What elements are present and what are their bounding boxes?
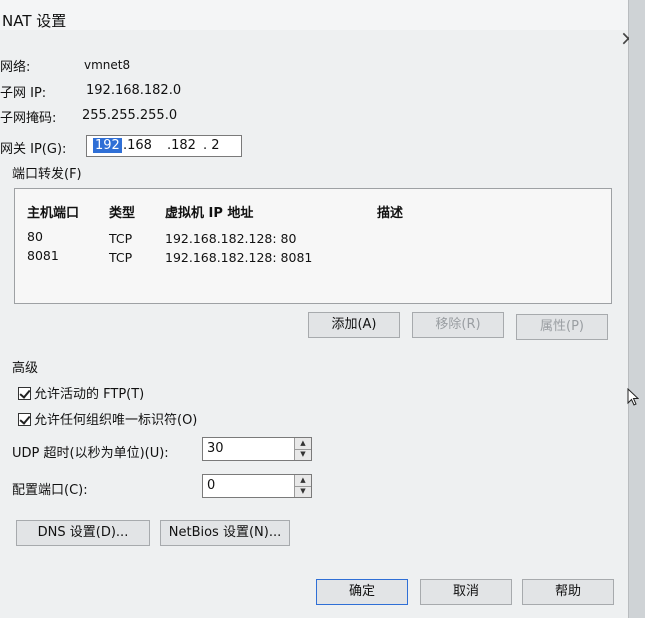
chevron-down-icon[interactable]: ▼ xyxy=(295,486,311,497)
cell-host-port: 8081 xyxy=(27,248,59,263)
gateway-ip-octet-3[interactable]: .182 xyxy=(167,138,196,153)
spinner-buttons[interactable]: ▲ ▼ xyxy=(294,438,311,460)
advanced-section-label: 高级 xyxy=(12,361,39,376)
gateway-ip-octet-2[interactable]: .168 xyxy=(123,138,152,153)
gateway-ip-octet-1[interactable]: 192 xyxy=(93,138,122,153)
port-forwarding-label: 端口转发(F) xyxy=(12,167,82,182)
cell-host-port: 80 xyxy=(27,229,43,244)
port-forwarding-table[interactable]: 主机端口 类型 虚拟机 IP 地址 描述 80 TCP 192.168.182.… xyxy=(14,188,612,304)
gateway-ip-octet-4[interactable]: . 2 xyxy=(203,138,220,153)
network-label: 网络: xyxy=(0,60,31,75)
dns-settings-button[interactable]: DNS 设置(D)... xyxy=(16,520,150,546)
netbios-settings-button[interactable]: NetBios 设置(N)... xyxy=(160,520,290,546)
chevron-down-icon[interactable]: ▼ xyxy=(295,449,311,460)
config-port-label: 配置端口(C): xyxy=(12,483,88,498)
udp-timeout-label: UDP 超时(以秒为单位)(U): xyxy=(12,446,169,461)
allow-any-oui-label: 允许任何组织唯一标识符(O) xyxy=(34,413,198,428)
gateway-ip-label: 网关 IP(G): xyxy=(0,142,67,157)
subnet-ip-label: 子网 IP: xyxy=(0,86,47,101)
remove-button[interactable]: 移除(R) xyxy=(412,312,504,338)
gateway-ip-input[interactable]: 192 .168 .182 . 2 xyxy=(86,135,242,157)
properties-button[interactable]: 属性(P) xyxy=(516,314,608,340)
title-bar: NAT 设置 xyxy=(0,0,628,30)
column-header-description[interactable]: 描述 xyxy=(377,202,403,221)
network-value: vmnet8 xyxy=(84,58,131,72)
spinner-buttons[interactable]: ▲ ▼ xyxy=(294,475,311,497)
column-header-vm-ip[interactable]: 虚拟机 IP 地址 xyxy=(165,202,253,221)
udp-timeout-stepper[interactable]: 30 ▲ ▼ xyxy=(202,437,312,461)
config-port-stepper[interactable]: 0 ▲ ▼ xyxy=(202,474,312,498)
subnet-mask-label: 子网掩码: xyxy=(0,111,57,126)
column-header-type[interactable]: 类型 xyxy=(109,202,135,221)
allow-active-ftp-label: 允许活动的 FTP(T) xyxy=(34,387,145,402)
allow-any-oui-checkbox[interactable]: 允许任何组织唯一标识符(O) xyxy=(18,409,197,428)
ok-button[interactable]: 确定 xyxy=(316,579,408,605)
mouse-pointer-icon xyxy=(627,388,639,406)
checkbox-checked-icon[interactable] xyxy=(18,413,31,426)
checkbox-checked-icon[interactable] xyxy=(18,387,31,400)
udp-timeout-value[interactable]: 30 xyxy=(207,441,224,456)
nat-settings-dialog: NAT 设置 × 网络: vmnet8 子网 IP: 192.168.182.0… xyxy=(0,0,637,618)
cell-vm-ip: 192.168.182.128: 8081 xyxy=(165,250,313,265)
dialog-title: NAT 设置 xyxy=(2,12,67,30)
help-button[interactable]: 帮助 xyxy=(522,579,614,605)
allow-active-ftp-checkbox[interactable]: 允许活动的 FTP(T) xyxy=(18,383,144,402)
cell-type: TCP xyxy=(109,231,133,246)
subnet-ip-value: 192.168.182.0 xyxy=(86,83,182,98)
config-port-value[interactable]: 0 xyxy=(207,478,215,493)
column-header-host-port[interactable]: 主机端口 xyxy=(27,202,79,221)
cancel-button[interactable]: 取消 xyxy=(420,579,512,605)
add-button[interactable]: 添加(A) xyxy=(308,312,400,338)
subnet-mask-value: 255.255.255.0 xyxy=(82,108,178,123)
background-window-edge xyxy=(629,0,645,618)
cell-type: TCP xyxy=(109,250,133,265)
cell-vm-ip: 192.168.182.128: 80 xyxy=(165,231,297,246)
